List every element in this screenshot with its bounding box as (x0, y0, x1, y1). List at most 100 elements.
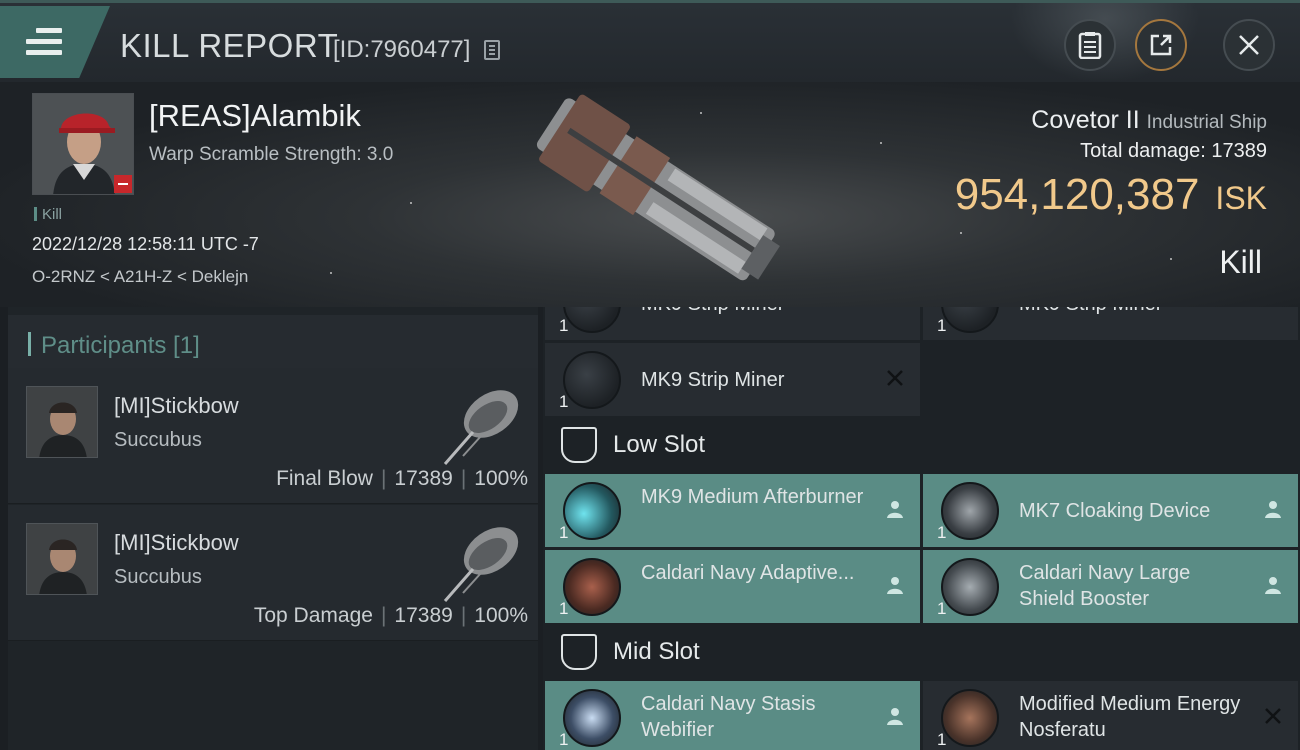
participant-percent: 100% (474, 467, 528, 490)
kill-tag: Kill (34, 206, 62, 223)
warp-scramble-strength: Warp Scramble Strength: 3.0 (149, 144, 394, 165)
pilot-portrait-icon (27, 524, 97, 594)
stasis-webifier-icon (563, 689, 621, 747)
report-id: [ID:7960477] (333, 36, 471, 63)
module-name: Caldari Navy Stasis Webifier (641, 693, 816, 741)
victim-banner: [REAS]Alambik Warp Scramble Strength: 3.… (0, 82, 1300, 307)
module-slot[interactable]: 1 MK9 Medium Afterburner (545, 474, 920, 547)
strip-miner-icon (941, 307, 999, 333)
strip-miner-icon (563, 351, 621, 409)
share-icon (1150, 34, 1172, 56)
participant-stats: Top Damage | 17389 | 100% (253, 604, 528, 627)
module-quantity: 1 (937, 523, 947, 542)
ship-name: Covetor II (1031, 106, 1140, 134)
module-quantity: 1 (937, 316, 947, 335)
menu-icon (26, 28, 62, 58)
module-quantity: 1 (559, 392, 569, 411)
module-slot[interactable]: 1 Caldari Navy Stasis Webifier (545, 681, 920, 750)
module-quantity: 1 (559, 523, 569, 542)
participants-header[interactable]: Participants [1] (8, 315, 538, 371)
kill-location[interactable]: O-2RNZ < A21H-Z < Deklejn (32, 267, 248, 287)
participant-damage: 17389 (394, 467, 453, 490)
total-damage-line: Total damage: 17389 (1080, 140, 1267, 163)
status-minus-icon (114, 175, 132, 193)
total-damage-value: 17389 (1211, 140, 1267, 162)
strip-miner-icon (563, 307, 621, 333)
isk-line: 954,120,387 ISK (955, 170, 1267, 220)
pilot-portrait-icon (27, 387, 97, 457)
clipboard-icon (1078, 32, 1102, 59)
module-slot[interactable]: 1 MK9 Strip Miner (545, 307, 920, 340)
kill-result: Kill (1219, 244, 1262, 280)
isk-unit: ISK (1215, 180, 1267, 216)
mid-slot-icon (561, 634, 597, 670)
ship-name-line[interactable]: Covetor II Industrial Ship (1031, 106, 1267, 135)
dropped-person-icon (887, 708, 903, 725)
clipboard-button[interactable] (1064, 19, 1116, 71)
participant-avatar[interactable] (26, 386, 98, 458)
participant-row[interactable]: [MI]Stickbow Succubus Top Damage | 17389 | 1… (8, 505, 538, 641)
participant-role: Final Blow (276, 467, 373, 490)
module-name: Modified Medium Energy Nosferatu (1019, 693, 1241, 741)
isk-value: 954,120,387 (954, 170, 1200, 219)
low-slot-icon (561, 427, 597, 463)
close-icon (1239, 35, 1259, 55)
participant-role: Top Damage (253, 604, 373, 627)
share-button[interactable] (1135, 19, 1187, 71)
participant-name: [MI]Stickbow (114, 393, 239, 418)
victim-name[interactable]: [REAS]Alambik (149, 98, 361, 134)
menu-button[interactable] (0, 6, 110, 78)
copy-icon[interactable] (484, 40, 500, 60)
participants-panel: Participants [1] [MI]Stickbow Succubus F… (8, 307, 538, 750)
module-slot[interactable]: 1 Caldari Navy Large Shield Booster (923, 550, 1298, 623)
participants-label: Participants [1] (28, 332, 200, 360)
participant-ship: Succubus (114, 429, 202, 451)
mid-slot-title: Mid Slot (613, 638, 700, 665)
participant-ship-image (443, 527, 519, 602)
participant-ship-image (443, 390, 519, 465)
module-quantity: 1 (559, 316, 569, 335)
module-quantity: 1 (559, 730, 569, 749)
close-button[interactable] (1223, 19, 1275, 71)
module-name: Caldari Navy Adaptive... (641, 562, 855, 584)
module-quantity: 1 (559, 599, 569, 618)
low-slot-title: Low Slot (613, 431, 706, 458)
module-quantity: 1 (937, 599, 947, 618)
participant-percent: 100% (474, 604, 528, 627)
dropped-person-icon (1265, 577, 1281, 594)
dropped-person-icon (1265, 501, 1281, 518)
participant-avatar[interactable] (26, 523, 98, 595)
module-slot[interactable]: 1 Caldari Navy Adaptive... (545, 550, 920, 623)
module-name: MK9 Strip Miner (1019, 307, 1249, 317)
cloaking-device-icon (941, 482, 999, 540)
destroyed-icon (887, 370, 903, 386)
module-slot[interactable]: 1 Modified Medium Energy Nosferatu (923, 681, 1298, 750)
destroyed-icon (1265, 708, 1281, 724)
total-damage-label: Total damage: (1080, 140, 1206, 162)
kill-timestamp: 2022/12/28 12:58:11 UTC -7 (32, 234, 259, 254)
module-slot[interactable]: 1 MK9 Strip Miner (545, 343, 920, 416)
page-title: KILL REPORT (120, 27, 339, 64)
module-name: Caldari Navy Large Shield Booster (1019, 562, 1191, 610)
energy-nosferatu-icon (941, 689, 999, 747)
adaptive-hardener-icon (563, 558, 621, 616)
afterburner-icon (563, 482, 621, 540)
module-name: MK9 Strip Miner (641, 369, 785, 391)
participant-ship: Succubus (114, 566, 202, 588)
dropped-person-icon (887, 501, 903, 518)
shield-booster-icon (941, 558, 999, 616)
victim-avatar[interactable] (32, 93, 134, 195)
module-slot[interactable]: 1 MK7 Cloaking Device (923, 474, 1298, 547)
module-name: MK9 Strip Miner (641, 307, 871, 317)
header-bar: KILL REPORT [ID:7960477] (0, 0, 1300, 83)
participant-damage: 17389 (394, 604, 453, 627)
ship-class: Industrial Ship (1146, 112, 1267, 133)
participant-name: [MI]Stickbow (114, 530, 239, 555)
ship-image (536, 94, 780, 281)
module-name: MK7 Cloaking Device (1019, 500, 1211, 522)
participant-stats: Final Blow | 17389 | 100% (276, 467, 528, 490)
module-slot[interactable]: 1 MK9 Strip Miner (923, 307, 1298, 340)
participant-row[interactable]: [MI]Stickbow Succubus Final Blow | 17389 | 1… (8, 368, 538, 504)
module-name: MK9 Medium Afterburner (641, 486, 864, 508)
module-quantity: 1 (937, 730, 947, 749)
